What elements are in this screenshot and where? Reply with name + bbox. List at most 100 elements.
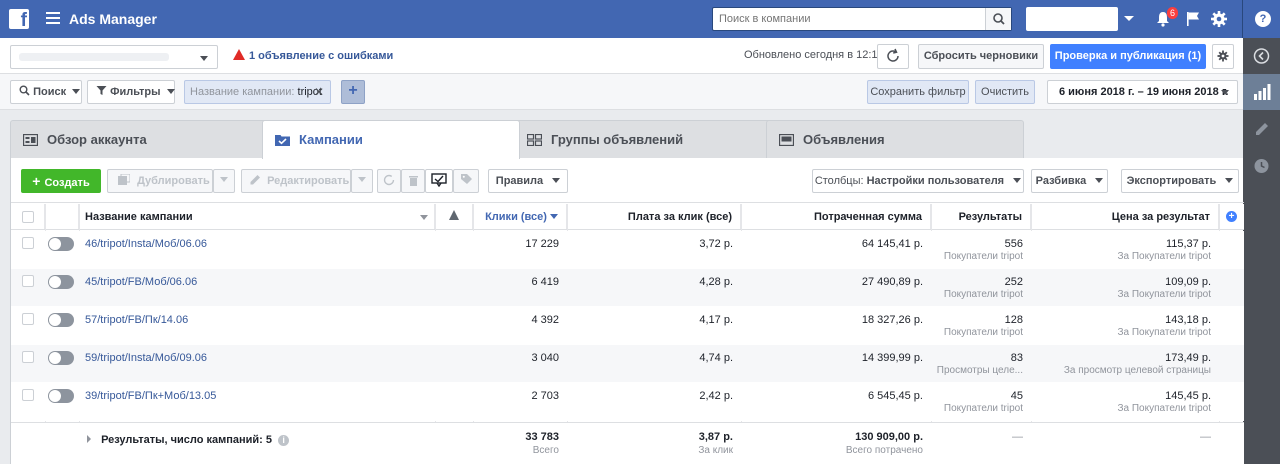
review-publish-button[interactable]: Проверка и публикация (1) bbox=[1050, 44, 1206, 69]
header-clicks[interactable]: Клики (все) bbox=[473, 204, 567, 229]
search-button[interactable] bbox=[985, 8, 1011, 30]
date-range-text: 6 июня 2018 г. – 19 июня 2018 г. bbox=[1059, 86, 1229, 98]
header-delivery-warnings[interactable] bbox=[435, 204, 473, 229]
filters-button[interactable]: Фильтры bbox=[87, 80, 175, 104]
row-checkbox[interactable] bbox=[22, 351, 34, 363]
campaign-name-link[interactable]: 39/tripot/FB/Пк+Моб/13.05 bbox=[85, 390, 216, 402]
tab-account-overview[interactable]: Обзор аккаунта bbox=[10, 120, 268, 158]
add-filter-button[interactable]: + bbox=[341, 80, 365, 104]
campaign-status-toggle[interactable] bbox=[48, 237, 74, 251]
ad-account-selector[interactable] bbox=[10, 45, 218, 69]
summary-label-wrap[interactable]: Результаты, число кампаний: 5 i bbox=[87, 434, 290, 446]
cpc-value: 3,72 р. bbox=[699, 238, 733, 250]
cpc-value: 4,28 р. bbox=[699, 276, 733, 288]
breakdown-button[interactable]: Разбивка bbox=[1031, 169, 1108, 193]
campaign-status-toggle[interactable] bbox=[48, 313, 74, 327]
reset-drafts-button[interactable]: Сбросить черновики bbox=[918, 44, 1044, 69]
campaign-name-link[interactable]: 46/tripot/Insta/Моб/06.06 bbox=[85, 238, 207, 250]
table-row[interactable]: 59/tripot/Insta/Моб/09.06 3 040 4,74 р. 14 … bbox=[11, 345, 1244, 383]
ad-errors-link[interactable]: 1 объявление с ошибками bbox=[233, 49, 393, 62]
facebook-logo-icon[interactable]: f bbox=[9, 9, 29, 31]
campaign-name-link[interactable]: 59/tripot/Insta/Моб/09.06 bbox=[85, 352, 207, 364]
row-checkbox[interactable] bbox=[22, 275, 34, 287]
columns-prefix: Столбцы: bbox=[814, 175, 864, 187]
settings-gear-icon[interactable] bbox=[1210, 10, 1228, 28]
row-checkbox[interactable] bbox=[22, 237, 34, 249]
summary-results: — bbox=[1012, 431, 1023, 443]
campaign-status-toggle[interactable] bbox=[48, 275, 74, 289]
header-cost-per-result[interactable]: Цена за результат bbox=[1031, 204, 1219, 229]
search-filter-button[interactable]: Поиск bbox=[10, 80, 82, 104]
summary-cost-per-result: — bbox=[1200, 431, 1211, 443]
summary-cpc: 3,87 р. bbox=[698, 431, 733, 443]
trash-icon bbox=[408, 176, 418, 186]
hamburger-menu-icon[interactable] bbox=[46, 12, 60, 24]
split-test-icon bbox=[431, 173, 447, 188]
campaign-name-link[interactable]: 45/tripot/FB/Моб/06.06 bbox=[85, 276, 197, 288]
tab-ads[interactable]: Объявления bbox=[766, 120, 1024, 158]
table-header: Название кампании Клики (все) Плата за к… bbox=[11, 204, 1244, 230]
topbar-divider bbox=[1242, 0, 1243, 38]
add-column-button[interactable]: + bbox=[1219, 204, 1244, 229]
duplicate-dropdown-button[interactable] bbox=[213, 169, 235, 193]
table-row[interactable]: 57/tripot/FB/Пк/14.06 4 392 4,17 р. 18 327,… bbox=[11, 307, 1244, 345]
edit-sidebar-button[interactable] bbox=[1243, 112, 1280, 148]
campaign-status-toggle[interactable] bbox=[48, 351, 74, 365]
flag-icon[interactable] bbox=[1186, 11, 1200, 27]
remove-filter-icon[interactable]: ✕ bbox=[314, 81, 324, 103]
header-clicks-label: Клики (все) bbox=[485, 211, 547, 223]
table-row[interactable]: 39/tripot/FB/Пк+Моб/13.05 2 703 2,42 р. 6 5… bbox=[11, 383, 1244, 421]
settings-button[interactable] bbox=[1212, 44, 1234, 69]
header-campaign-name[interactable]: Название кампании bbox=[79, 204, 435, 229]
warning-icon bbox=[233, 49, 245, 60]
row-checkbox[interactable] bbox=[22, 389, 34, 401]
header-results[interactable]: Результаты bbox=[931, 204, 1031, 229]
account-dropdown-icon[interactable] bbox=[1124, 16, 1134, 21]
header-amount-spent[interactable]: Потраченная сумма bbox=[741, 204, 931, 229]
collapse-sidebar-button[interactable] bbox=[1243, 38, 1280, 74]
amount-spent-value: 18 327,26 р. bbox=[861, 314, 923, 326]
delete-button[interactable] bbox=[401, 169, 425, 193]
cost-per-result-value: 145,45 р. bbox=[1165, 390, 1211, 402]
sort-chevron-icon bbox=[420, 215, 428, 220]
ads-screen-icon bbox=[779, 134, 794, 146]
edit-dropdown-button[interactable] bbox=[351, 169, 373, 193]
tag-button[interactable] bbox=[453, 169, 479, 193]
header-cpc[interactable]: Плата за клик (все) bbox=[567, 204, 741, 229]
select-all-checkbox[interactable] bbox=[22, 211, 34, 223]
campaign-status-toggle[interactable] bbox=[48, 389, 74, 403]
results-type: Покупатели tripot bbox=[943, 403, 1023, 414]
date-range-picker[interactable]: 6 июня 2018 г. – 19 июня 2018 г. bbox=[1047, 80, 1238, 104]
history-sidebar-button[interactable] bbox=[1243, 148, 1280, 184]
refresh-button[interactable] bbox=[877, 44, 909, 69]
account-switcher[interactable] bbox=[1026, 7, 1118, 31]
info-icon[interactable]: i bbox=[278, 435, 290, 446]
reports-sidebar-button[interactable] bbox=[1243, 74, 1280, 110]
edit-button[interactable]: Редактировать bbox=[241, 169, 351, 193]
export-button[interactable]: Экспортировать bbox=[1121, 169, 1239, 193]
save-filter-button[interactable]: Сохранить фильтр bbox=[867, 80, 969, 104]
cost-per-result-type: За Покупатели tripot bbox=[1117, 403, 1211, 414]
sort-descending-icon bbox=[550, 214, 558, 219]
help-icon[interactable]: ? bbox=[1255, 11, 1271, 27]
table-row[interactable]: 46/tripot/Insta/Моб/06.06 17 229 3,72 р. 64… bbox=[11, 231, 1244, 269]
ab-test-button[interactable] bbox=[425, 169, 453, 193]
results-value: 128 bbox=[1004, 314, 1023, 326]
cost-per-result-value: 173,49 р. bbox=[1165, 352, 1211, 364]
clear-filters-button[interactable]: Очистить bbox=[975, 80, 1035, 104]
columns-button[interactable]: Столбцы: Настройки пользователя bbox=[812, 169, 1024, 193]
campaign-name-link[interactable]: 57/tripot/FB/Пк/14.06 bbox=[85, 314, 188, 326]
duplicate-label: Дублировать bbox=[137, 175, 210, 187]
campaign-name-filter-chip[interactable]: Название кампании: tripot ✕ bbox=[184, 80, 331, 104]
activate-button[interactable] bbox=[377, 169, 401, 193]
search-input[interactable] bbox=[713, 8, 983, 30]
tab-campaigns[interactable]: Кампании bbox=[262, 120, 520, 159]
breakdown-label: Разбивка bbox=[1035, 175, 1087, 187]
tab-ad-sets[interactable]: Группы объявлений bbox=[514, 120, 772, 158]
rules-button[interactable]: Правила bbox=[488, 169, 568, 193]
duplicate-button[interactable]: Дублировать bbox=[107, 169, 213, 193]
row-checkbox[interactable] bbox=[22, 313, 34, 325]
table-row[interactable]: 45/tripot/FB/Моб/06.06 6 419 4,28 р. 27 490… bbox=[11, 269, 1244, 307]
create-button[interactable]: + Создать bbox=[21, 169, 101, 193]
pencil-icon bbox=[250, 175, 260, 185]
